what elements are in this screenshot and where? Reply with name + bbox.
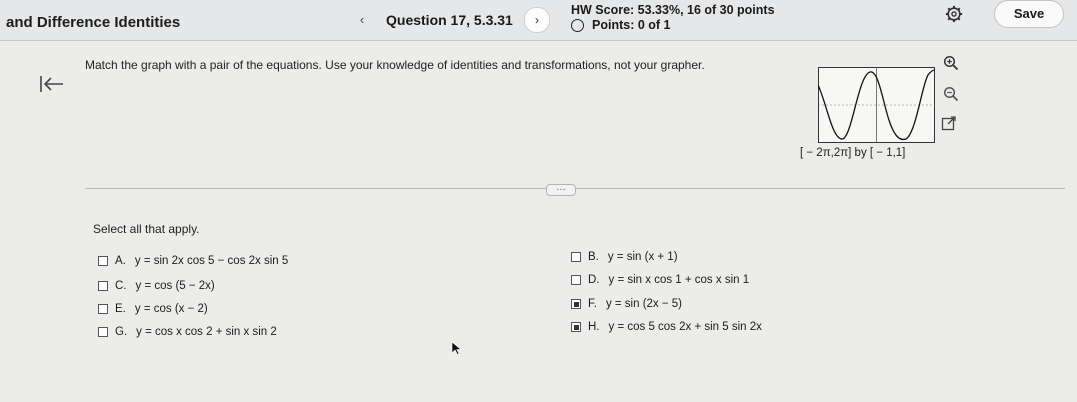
choice-g[interactable]: G. y = cos x cos 2 + sin x sin 2 <box>98 326 277 338</box>
gear-icon[interactable] <box>945 5 963 23</box>
choice-f-checkbox[interactable] <box>571 299 581 309</box>
choice-d-checkbox[interactable] <box>571 275 581 285</box>
choice-a-checkbox[interactable] <box>98 256 108 266</box>
chevron-right-icon: › <box>535 13 539 27</box>
popout-icon[interactable] <box>941 115 957 131</box>
choice-h-letter: H. <box>588 321 600 333</box>
select-prompt: Select all that apply. <box>93 222 200 236</box>
choice-a-equation: y = sin 2x cos 5 − cos 2x sin 5 <box>134 255 289 267</box>
expand-ellipsis-button[interactable]: … <box>546 183 576 196</box>
choice-h-equation: y = cos 5 cos 2x + sin 5 sin 2x <box>608 321 762 333</box>
choice-a[interactable]: A. y = sin 2x cos 5 − cos 2x sin 5 <box>98 255 288 267</box>
choice-b[interactable]: B. y = sin (x + 1) <box>571 251 678 263</box>
choice-c[interactable]: C. y = cos (5 − 2x) <box>98 280 215 292</box>
choice-h-checkbox[interactable] <box>571 322 581 332</box>
question-label: Question 17, 5.3.31 <box>386 12 513 28</box>
choice-e-letter: E. <box>115 303 126 315</box>
choice-g-equation: y = cos x cos 2 + sin x sin 2 <box>136 326 277 338</box>
choice-e[interactable]: E. y = cos (x − 2) <box>98 303 208 315</box>
save-button[interactable]: Save <box>994 0 1064 28</box>
choice-d[interactable]: D. y = sin x cos 1 + cos x sin 1 <box>571 274 749 286</box>
points-text: Points: 0 of 1 <box>592 18 671 32</box>
choice-h[interactable]: H. y = cos 5 cos 2x + sin 5 sin 2x <box>571 321 762 333</box>
top-bar: and Difference Identities ‹ Question 17,… <box>0 0 1077 41</box>
points-status: Points: 0 of 1 <box>571 18 670 32</box>
choice-c-letter: C. <box>115 280 127 292</box>
choice-f[interactable]: F. y = sin (2x − 5) <box>571 298 682 310</box>
hw-score: HW Score: 53.33%, 16 of 30 points <box>571 3 775 17</box>
choice-g-checkbox[interactable] <box>98 327 108 337</box>
next-question-button[interactable]: › <box>524 7 550 33</box>
collapse-back-icon[interactable] <box>39 74 65 94</box>
choice-d-letter: D. <box>588 274 600 286</box>
choice-c-checkbox[interactable] <box>98 281 108 291</box>
graph-window-label: [ − 2π,2π] by [ − 1,1] <box>800 147 906 159</box>
chevron-left-icon: ‹ <box>359 12 365 27</box>
choice-b-equation: y = sin (x + 1) <box>607 251 678 263</box>
question-instructions: Match the graph with a pair of the equat… <box>85 58 705 72</box>
choice-g-letter: G. <box>115 326 128 338</box>
choice-c-equation: y = cos (5 − 2x) <box>135 280 215 292</box>
choice-f-equation: y = sin (2x − 5) <box>605 298 683 310</box>
choice-d-equation: y = sin x cos 1 + cos x sin 1 <box>608 274 750 286</box>
choice-f-letter: F. <box>588 298 597 310</box>
progress-circle-icon <box>571 18 584 32</box>
trig-graph <box>818 67 935 143</box>
section-title: and Difference Identities <box>6 14 181 31</box>
choice-e-equation: y = cos (x − 2) <box>134 303 208 315</box>
mouse-cursor-icon <box>451 341 462 355</box>
choice-b-checkbox[interactable] <box>571 252 581 262</box>
zoom-out-icon[interactable] <box>943 86 959 102</box>
choice-e-checkbox[interactable] <box>98 304 108 314</box>
previous-question-button[interactable]: ‹ <box>352 10 372 30</box>
zoom-in-icon[interactable] <box>943 55 959 71</box>
choice-b-letter: B. <box>588 251 599 263</box>
choice-a-letter: A. <box>115 255 126 267</box>
